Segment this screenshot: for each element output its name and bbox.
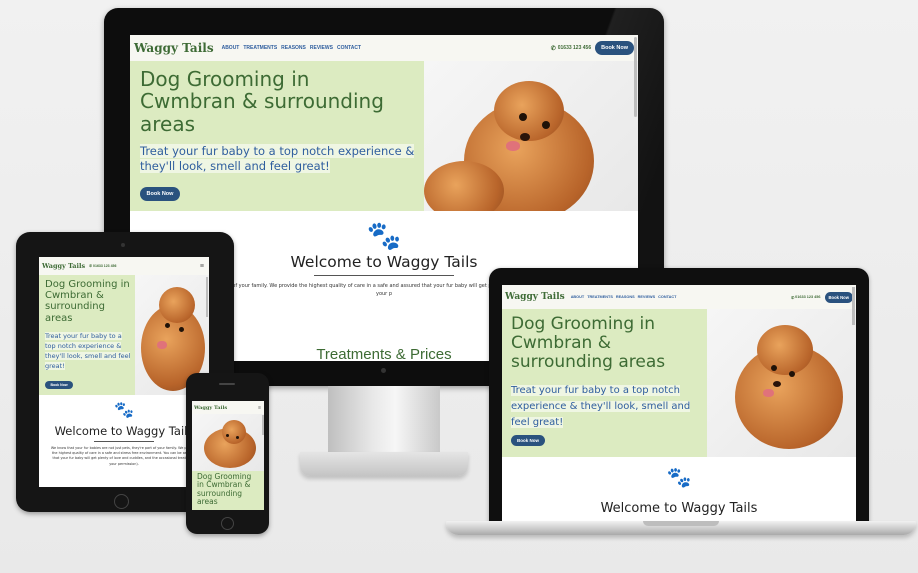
phone-brand-logo[interactable]: Waggy Tails — [194, 405, 227, 411]
nav-about[interactable]: ABOUT — [222, 45, 240, 51]
tablet-camera — [121, 243, 125, 247]
tablet-screen: Waggy Tails ✆ 01633 123 456 ≡ Dog Groomi… — [39, 257, 209, 487]
laptop-nav-reasons[interactable]: REASONS — [616, 295, 635, 299]
nav-treatments[interactable]: TREATMENTS — [243, 45, 277, 51]
hero-section: Dog Grooming in Cwmbran & surrounding ar… — [130, 61, 424, 211]
phone-speaker — [219, 383, 235, 385]
laptop-welcome-title-partial: Welcome to Waggy Tails — [600, 501, 758, 516]
phone-home-button — [221, 517, 234, 530]
tablet-welcome-section: 🐾 Welcome to Waggy Tails We know that yo… — [39, 395, 209, 487]
tablet-hamburger-icon[interactable]: ≡ — [200, 263, 204, 270]
phone-device: Waggy Tails ≡ Dog Grooming in Cwmbran & … — [186, 373, 269, 534]
tablet-navbar: Waggy Tails ✆ 01633 123 456 ≡ — [39, 257, 209, 275]
phone-hero-section: Dog Grooming in Cwmbran & surrounding ar… — [192, 471, 264, 510]
phone-navbar: Waggy Tails ≡ — [192, 401, 264, 414]
tablet-welcome-title: Welcome to Waggy Tails — [54, 424, 194, 438]
laptop-nav-about[interactable]: ABOUT — [571, 295, 585, 299]
tablet-welcome-paragraph: We know that your fur babies are not jus… — [50, 446, 198, 466]
nav-contact[interactable]: CONTACT — [337, 45, 361, 51]
tablet-hero-section: Dog Grooming in Cwmbran & surrounding ar… — [39, 275, 135, 395]
laptop-hero-book-button[interactable]: Book Now — [511, 435, 545, 446]
laptop-brand-logo[interactable]: Waggy Tails — [505, 292, 565, 302]
nav-book-now-button[interactable]: Book Now — [595, 41, 634, 55]
tablet-brand-logo[interactable]: Waggy Tails — [42, 262, 85, 270]
nav-menu: ABOUT TREATMENTS REASONS REVIEWS CONTACT — [222, 45, 361, 51]
phone-screen: Waggy Tails ≡ Dog Grooming in Cwmbran & … — [192, 401, 264, 510]
laptop-paw-icon: 🐾 — [666, 467, 692, 489]
tablet-welcome-divider — [94, 441, 154, 442]
nav-phone[interactable]: ✆ 01633 123 456 — [551, 45, 591, 52]
laptop-hinge-notch — [643, 521, 719, 526]
brand-logo[interactable]: Waggy Tails — [134, 41, 214, 55]
phone-hero-dog-image — [192, 414, 264, 471]
navbar: Waggy Tails ABOUT TREATMENTS REASONS REV… — [130, 35, 638, 61]
nav-reviews[interactable]: REVIEWS — [310, 45, 333, 51]
tablet-hero-book-button[interactable]: Book Now — [45, 381, 73, 389]
tablet-home-button — [114, 494, 129, 509]
hero-subtitle: Treat your fur baby to a top notch exper… — [140, 144, 415, 174]
laptop-welcome-section: 🐾 Welcome to Waggy Tails — [502, 457, 856, 524]
laptop-nav-treatments[interactable]: TREATMENTS — [587, 295, 613, 299]
nav-reasons[interactable]: REASONS — [281, 45, 306, 51]
phone-hero-title: Dog Grooming in Cwmbran & surrounding ar… — [197, 472, 252, 507]
phone-number: 01633 123 456 — [557, 45, 592, 51]
laptop-nav-book-now-button[interactable]: Book Now — [824, 291, 853, 303]
tablet-hero-title: Dog Grooming in Cwmbran & surrounding ar… — [45, 279, 130, 324]
hero-title: Dog Grooming in Cwmbran & surrounding ar… — [140, 67, 384, 136]
tablet-nav-phone[interactable]: ✆ 01633 123 456 — [89, 264, 116, 268]
hero-dog-image — [424, 61, 638, 211]
laptop-navbar: Waggy Tails ABOUT TREATMENTS REASONS REV… — [502, 285, 856, 309]
tablet-hero-subtitle: Treat your fur baby to a top notch exper… — [45, 332, 131, 371]
tablet-paw-icon: 🐾 — [114, 402, 134, 419]
laptop-nav-phone[interactable]: ✆ 01633 123 456 — [791, 295, 821, 300]
tablet-scrollbar[interactable] — [206, 277, 208, 317]
monitor-stand-neck — [328, 386, 440, 452]
laptop-hero-section: Dog Grooming in Cwmbran & surrounding ar… — [502, 309, 707, 457]
hero-book-button[interactable]: Book Now — [140, 187, 180, 201]
laptop-hero-title: Dog Grooming in Cwmbran & surrounding ar… — [511, 314, 666, 373]
laptop-screen: Waggy Tails ABOUT TREATMENTS REASONS REV… — [502, 285, 856, 524]
phone-icon: ✆ — [550, 45, 556, 52]
laptop-nav-contact[interactable]: CONTACT — [658, 295, 676, 299]
scrollbar[interactable] — [634, 37, 637, 117]
laptop-nav-menu: ABOUT TREATMENTS REASONS REVIEWS CONTACT — [571, 295, 677, 299]
welcome-divider — [314, 275, 454, 276]
laptop-hero-subtitle: Treat your fur baby to a top notch exper… — [511, 385, 691, 428]
monitor-logo-dot — [381, 368, 386, 373]
tablet-phone-icon: ✆ — [89, 264, 93, 268]
phone-scrollbar[interactable] — [262, 415, 264, 435]
laptop-hero-dog-image — [707, 309, 856, 457]
phone-hamburger-icon[interactable]: ≡ — [258, 405, 261, 411]
monitor-stand-base — [300, 452, 468, 476]
laptop-scrollbar[interactable] — [852, 287, 855, 325]
laptop-nav-reviews[interactable]: REVIEWS — [638, 295, 656, 299]
laptop-device: Waggy Tails ABOUT TREATMENTS REASONS REV… — [489, 268, 869, 524]
laptop-phone-icon: ✆ — [790, 295, 795, 300]
